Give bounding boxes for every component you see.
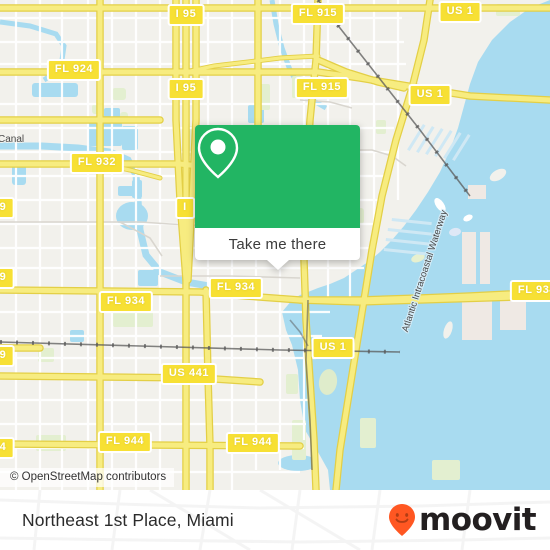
moovit-smiley-pin-icon	[389, 504, 416, 536]
route-shield-label: 9	[0, 349, 7, 361]
route-shield[interactable]: I	[175, 197, 195, 219]
moovit-logo[interactable]: moovit	[387, 501, 537, 538]
route-shield[interactable]: FL 934	[98, 291, 154, 313]
route-shield-label: I 95	[175, 8, 197, 20]
route-shield-label: FL 934	[106, 295, 146, 307]
route-shield[interactable]: 9	[0, 197, 15, 219]
route-shield[interactable]: FL 944	[97, 431, 153, 453]
route-shield[interactable]: 9	[0, 345, 15, 367]
route-shield-label: US 441	[168, 367, 210, 379]
route-shield[interactable]: FL 924	[46, 59, 102, 81]
route-shield-label: FL 944	[233, 436, 273, 448]
route-shield[interactable]: I 95	[167, 4, 205, 26]
route-shield[interactable]: US 1	[438, 1, 482, 23]
destination-callout[interactable]: Take me there	[195, 125, 360, 270]
route-shield[interactable]: US 1	[311, 337, 355, 359]
footer-bar: Northeast 1st Place, Miami moovit	[0, 490, 550, 550]
route-shield-label: US 1	[416, 88, 444, 100]
route-shield-label: 4	[0, 441, 7, 453]
route-shield-label: FL 924	[54, 63, 94, 75]
map-pin-icon	[197, 127, 239, 179]
route-shield-label: FL 932	[77, 156, 117, 168]
route-shield-label: FL 944	[105, 435, 145, 447]
route-shield[interactable]: FL 915	[294, 77, 350, 99]
moovit-wordmark: moovit	[419, 501, 537, 538]
osm-attribution[interactable]: © OpenStreetMap contributors	[0, 468, 175, 487]
route-shield-label: FL 934	[517, 284, 550, 296]
route-shield-label: FL 915	[302, 81, 342, 93]
location-title: Northeast 1st Place, Miami	[22, 509, 234, 530]
callout-action[interactable]: Take me there	[195, 228, 360, 260]
route-shield[interactable]: FL 934	[509, 280, 550, 302]
route-shield-label: 9	[0, 271, 7, 283]
map-canvas[interactable]: I 95 FL 915 US 1 FL 924 I 95 FL 915 US 1…	[0, 0, 550, 490]
route-shield-label: 9	[0, 201, 7, 213]
route-shield-label: FL 915	[298, 7, 338, 19]
route-shield[interactable]: FL 915	[290, 3, 346, 25]
route-shield[interactable]: US 441	[160, 363, 218, 385]
route-shield-label: I	[183, 201, 187, 213]
route-shield[interactable]: 9	[0, 267, 15, 289]
callout-icon-area	[195, 125, 360, 228]
take-me-there-label: Take me there	[228, 235, 327, 253]
canal-label: Canal	[0, 134, 25, 145]
route-shield[interactable]: FL 932	[69, 152, 125, 174]
route-shield-label: I 95	[175, 82, 197, 94]
route-shield-label: US 1	[446, 5, 474, 17]
route-shield[interactable]: FL 934	[208, 277, 264, 299]
route-shield-label: US 1	[319, 341, 347, 353]
callout-pointer	[266, 260, 289, 270]
route-shield-label: FL 934	[216, 281, 256, 293]
route-shield[interactable]: US 1	[408, 84, 452, 106]
route-shield[interactable]: I 95	[167, 78, 205, 100]
route-shield[interactable]: 4	[0, 437, 15, 459]
moovit-map-screen: I 95 FL 915 US 1 FL 924 I 95 FL 915 US 1…	[0, 0, 550, 550]
route-shield[interactable]: FL 944	[225, 432, 281, 454]
